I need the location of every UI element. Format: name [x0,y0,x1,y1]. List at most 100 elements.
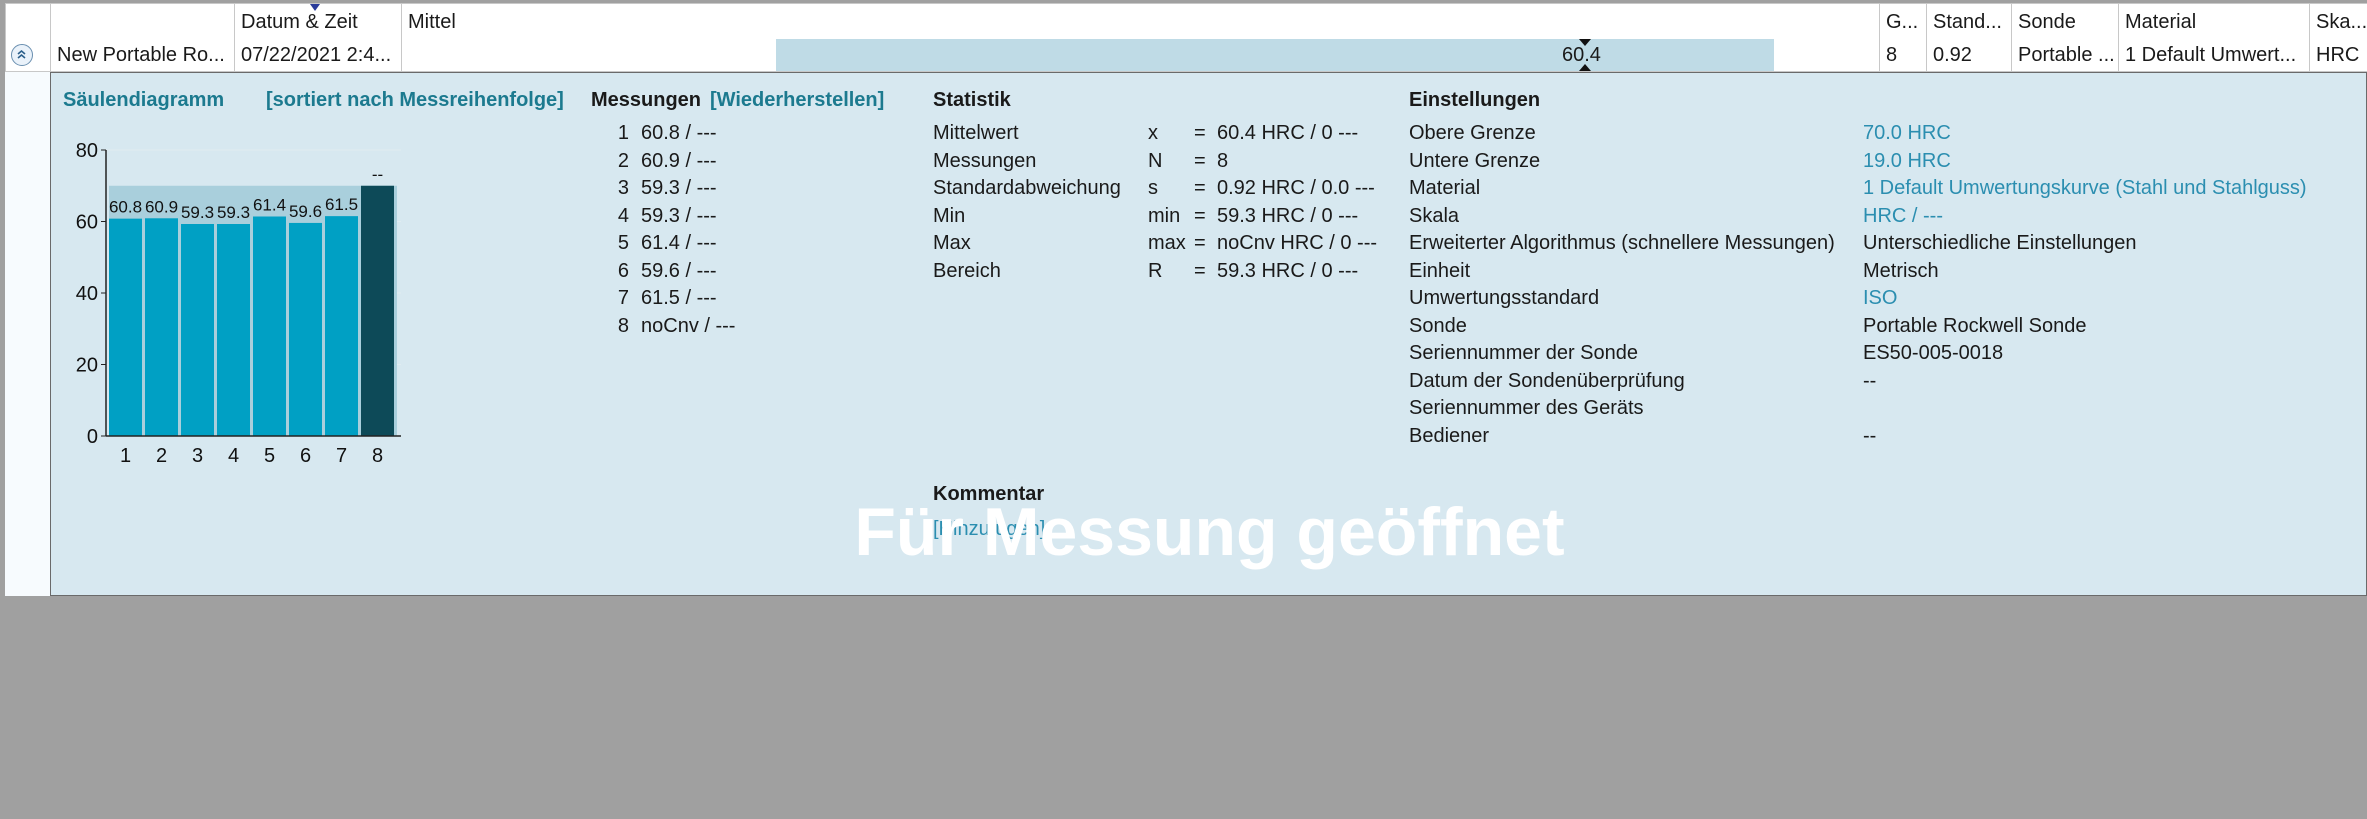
row-material-text: 1 Default Umwert... [2125,44,2297,66]
x-tick-label: 1 [120,445,131,467]
measurements-title: Messungen [591,89,702,111]
statistic-label: Bereich [933,259,1001,282]
row-count-text: 8 [1886,44,1898,66]
measurement-value: 60.9 / --- [641,149,717,172]
statistic-label: Mittelwert [933,122,1019,144]
mean-range-bar [776,39,1774,71]
y-tick-label: 40 [76,283,98,305]
row-stddev[interactable]: 0.92 [1926,39,2011,71]
setting-value: -- [1863,369,1877,392]
row-material[interactable]: 1 Default Umwert... [2118,39,2309,71]
setting-value[interactable]: 19.0 HRC [1863,148,1951,174]
statistic-value: 59.3 HRC / 0 --- [1217,259,1359,282]
row-datetime[interactable]: 07/22/2021 2:4... [234,39,401,71]
header-stddev[interactable]: Stand... [1926,4,2011,40]
setting-label: Seriennummer der Sonde [1409,342,1639,364]
header-scale-label: Ska... [2316,11,2367,33]
bar [217,224,250,436]
setting-label: Datum der Sondenüberprüfung [1409,369,1685,392]
measurement-index: 3 [617,177,629,199]
statistic-equals: = [1194,232,1206,254]
setting-value[interactable]: ISO [1863,285,1897,311]
measurement-index: 2 [617,149,629,172]
sort-order-link[interactable]: [sortiert nach Messreihenfolge] [266,87,564,113]
bar [325,216,358,436]
bar [109,218,142,436]
setting-value[interactable]: 1 Default Umwertungskurve (Stahl und Sta… [1863,175,2307,201]
detail-panel: Säulendiagramm [sortiert nach Messreihen… [50,72,2367,596]
bar [253,216,286,436]
detail-left-strip [5,72,50,596]
header-count[interactable]: G... [1879,4,1926,40]
measurement-value: 59.3 / --- [641,204,717,227]
x-tick-label: 8 [372,445,383,467]
setting-value[interactable]: 70.0 HRC [1863,120,1951,146]
row-scale-text: HRC [2316,44,2360,66]
measurement-index: 6 [617,259,629,282]
row-datetime-text: 07/22/2021 2:4... [241,44,392,66]
mean-marker-top-icon [1579,39,1591,46]
measurement-value: 61.5 / --- [641,287,717,309]
header-probe[interactable]: Sonde [2011,4,2118,40]
x-tick-label: 2 [156,445,167,467]
y-tick-label: 60 [76,212,98,234]
header-material[interactable]: Material [2118,4,2309,40]
bar-value-label: 59.3 [181,203,214,222]
row-count[interactable]: 8 [1879,39,1926,71]
sort-indicator-icon [310,4,320,11]
collapse-row-button[interactable] [11,44,33,66]
setting-label: Material [1409,177,1481,199]
row-probe[interactable]: Portable ... [2011,39,2118,71]
header-datetime-label: Datum & Zeit [241,11,358,33]
header-count-label: G... [1886,11,1919,33]
x-tick-label: 3 [192,445,203,467]
statistic-equals: = [1194,149,1206,172]
x-tick-label: 7 [336,445,347,467]
row-stddev-text: 0.92 [1933,44,1972,66]
x-tick-label: 6 [300,445,311,467]
setting-value: Metrisch [1863,259,1939,282]
bar-value-label: -- [372,165,383,184]
statistic-equals: = [1194,204,1206,227]
restore-link[interactable]: [Wiederherstellen] [710,87,884,113]
bar-value-label: 61.4 [253,195,286,214]
header-mean-label: Mittel [408,11,456,33]
header-expander-col [5,4,50,40]
bar-value-label: 60.9 [145,197,178,216]
bar [289,222,322,436]
measurement-index: 4 [617,204,629,227]
bar-value-label: 59.3 [217,203,250,222]
empty-area [5,596,2367,819]
table-row[interactable]: New Portable Ro... 07/22/2021 2:4... 60.… [5,39,2367,72]
row-probe-text: Portable ... [2018,44,2115,66]
measurement-index: 1 [617,122,629,144]
statistic-value: 0.92 HRC / 0.0 --- [1217,177,1375,199]
statistic-label: Standardabweichung [933,177,1121,199]
header-scale[interactable]: Ska... [2309,4,2367,40]
y-tick-label: 0 [87,426,98,448]
header-probe-label: Sonde [2018,11,2076,33]
row-scale[interactable]: HRC [2309,39,2367,71]
measurement-value: 60.8 / --- [641,122,717,144]
setting-value[interactable]: HRC / --- [1863,203,1943,229]
statistic-symbol: max [1148,232,1186,254]
bar-current [361,185,394,436]
setting-label: Untere Grenze [1409,149,1541,172]
setting-label: Einheit [1409,259,1471,282]
row-mean[interactable]: 60.4 [401,39,1879,71]
bar-value-label: 61.5 [325,195,358,214]
bar [145,218,178,436]
setting-label: Seriennummer des Geräts [1409,397,1644,419]
statistic-value: 60.4 HRC / 0 --- [1217,122,1359,144]
header-mean[interactable]: Mittel [401,4,1879,40]
measurement-value: 61.4 / --- [641,232,717,254]
settings-title: Einstellungen [1409,89,1541,111]
bar-value-label: 60.8 [109,198,142,217]
statistic-symbol: min [1148,204,1181,227]
row-name[interactable]: New Portable Ro... [50,39,234,71]
measurement-index: 8 [617,314,629,337]
header-datetime[interactable]: Datum & Zeit [234,4,401,40]
header-name-col[interactable] [50,4,234,40]
mean-marker-bottom-icon [1579,64,1591,71]
header-material-label: Material [2125,11,2197,33]
